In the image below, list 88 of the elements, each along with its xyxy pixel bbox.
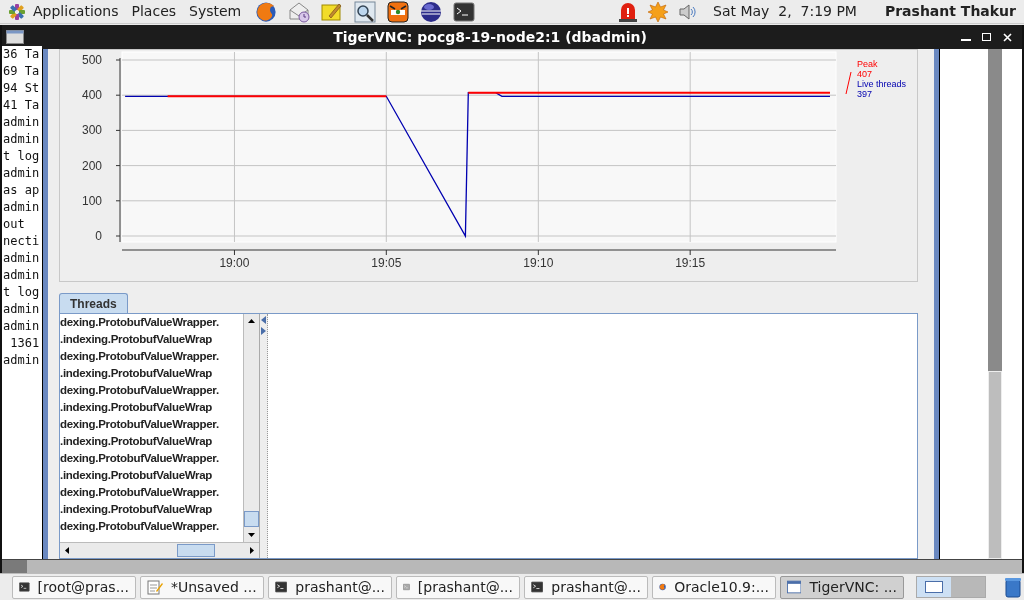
y-tick-label: 400: [81, 88, 102, 103]
legend-value: 407: [857, 69, 873, 79]
terminal-line: admin: [3, 131, 41, 148]
terminal-icon: [19, 580, 30, 594]
y-tick-label: 300: [81, 123, 102, 138]
thread-item[interactable]: .indexing.ProtobufValueWrap: [60, 467, 243, 484]
terminal-line: admin: [3, 267, 41, 284]
browser-globe-icon[interactable]: [255, 0, 278, 23]
taskbar-button[interactable]: prashant@...: [524, 575, 648, 599]
thread-item[interactable]: dexing.ProtobufValueWrapper.: [60, 314, 243, 331]
thread-item[interactable]: dexing.ProtobufValueWrapper.: [60, 382, 243, 399]
scrollbar-thumb[interactable]: [177, 544, 215, 557]
x-tick-label: 19:10: [523, 256, 554, 270]
starburst-icon[interactable]: [647, 0, 670, 23]
terminal-icon: [531, 580, 544, 594]
window-icon: [6, 30, 24, 44]
taskbar-button[interactable]: *Unsaved ...: [140, 575, 264, 599]
terminal-line: necti: [3, 233, 41, 250]
magnifier-icon[interactable]: [354, 0, 377, 23]
alert-light-icon[interactable]: [617, 0, 640, 23]
app-menu-logo-icon: [8, 2, 26, 21]
terminal-line: 36 Ta: [3, 46, 41, 63]
terminal-line: t log: [3, 148, 41, 165]
clock[interactable]: Sat May 2, 7:19 PM: [713, 1, 857, 22]
vertical-scrollbar[interactable]: [988, 49, 1002, 559]
horizontal-scrollbar[interactable]: [2, 559, 1022, 573]
maximize-icon[interactable]: [982, 33, 991, 41]
user-name[interactable]: Prashant Thakur: [884, 1, 1016, 22]
mail-clock-icon[interactable]: [288, 0, 311, 23]
y-tick-label: 0: [95, 229, 102, 243]
taskbar-button[interactable]: prashant@...: [268, 575, 392, 599]
horizontal-scrollbar[interactable]: [60, 542, 259, 558]
thread-item[interactable]: dexing.ProtobufValueWrapper.: [60, 450, 243, 467]
terminal-line: admin: [3, 318, 41, 335]
thread-item[interactable]: .indexing.ProtobufValueWrap: [60, 331, 243, 348]
scrollbar-thumb[interactable]: [2, 560, 27, 573]
legend-label: Live threads: [857, 79, 907, 89]
taskbar-button[interactable]: [prashant@...: [396, 575, 520, 599]
panel-menu[interactable]: Places: [131, 1, 177, 22]
thread-item[interactable]: dexing.ProtobufValueWrapper.: [60, 348, 243, 365]
legend-value: 397: [857, 89, 873, 99]
thread-item[interactable]: dexing.ProtobufValueWrapper.: [60, 484, 243, 501]
thread-item[interactable]: .indexing.ProtobufValueWrap: [60, 433, 243, 450]
window-title: TigerVNC: pocg8-19-node2:1 (dbadmin): [333, 27, 647, 47]
terminal-line: out: [3, 216, 26, 233]
terminal-icon[interactable]: [453, 1, 476, 22]
leader-line: [845, 71, 852, 95]
legend-label: Peak: [857, 59, 878, 69]
speaker-icon[interactable]: [677, 1, 698, 22]
taskbar-button[interactable]: Oracle10.9:...: [652, 575, 776, 599]
terminal-line: admin: [3, 250, 41, 267]
panel-menu[interactable]: Applications: [33, 1, 119, 22]
scrollbar-thumb[interactable]: [244, 511, 259, 527]
terminal-line: 69 Ta: [3, 63, 41, 80]
window-icon: [787, 580, 802, 594]
workspace[interactable]: [917, 577, 951, 597]
notepad-icon: [147, 579, 163, 595]
y-tick-label: 200: [81, 158, 102, 173]
tab[interactable]: Threads: [59, 293, 128, 313]
terminal-line: admin: [3, 114, 41, 131]
terminal-line: admin: [3, 301, 41, 318]
y-tick-label: 500: [81, 53, 102, 67]
y-tick-label: 100: [81, 193, 102, 208]
terminal-icon: [275, 580, 288, 594]
taskbar-button[interactable]: TigerVNC: ...: [780, 575, 904, 599]
close-icon[interactable]: [1003, 32, 1012, 42]
terminal-line: 41 Ta: [3, 97, 41, 114]
terminal-line: admin: [3, 352, 41, 369]
x-tick-label: 19:15: [675, 256, 706, 270]
terminal-line: 94 St: [3, 80, 41, 97]
x-tick-label: 19:05: [371, 256, 402, 270]
taskbar-button[interactable]: [root@pras...: [12, 575, 136, 599]
terminal-line: 1361: [9, 335, 41, 352]
thread-item[interactable]: .indexing.ProtobufValueWrap: [60, 501, 243, 518]
vertical-scrollbar[interactable]: [243, 314, 259, 542]
trash-icon[interactable]: [1004, 576, 1022, 598]
panel-menu[interactable]: System: [189, 1, 242, 22]
x-tick-label: 19:00: [219, 256, 250, 270]
terminal-line: admin: [3, 199, 41, 216]
thread-item[interactable]: dexing.ProtobufValueWrapper.: [60, 416, 243, 433]
thread-item[interactable]: .indexing.ProtobufValueWrap: [60, 365, 243, 382]
thread-item[interactable]: .indexing.ProtobufValueWrap: [60, 399, 243, 416]
sphere-icon[interactable]: [420, 0, 443, 23]
terminal-line: admin: [3, 165, 41, 182]
thread-item[interactable]: dexing.ProtobufValueWrapper.: [60, 518, 243, 535]
terminal-line: as ap: [3, 182, 41, 199]
terminal-line: t log: [3, 284, 41, 301]
tiger-face-icon[interactable]: [387, 0, 410, 23]
